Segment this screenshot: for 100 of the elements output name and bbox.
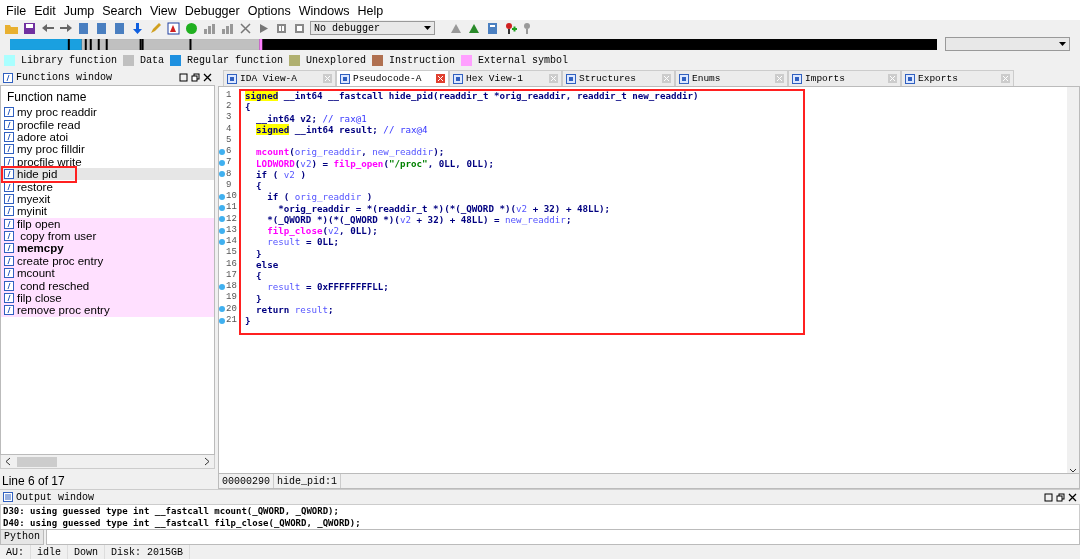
menu-item[interactable]: Jump	[59, 4, 99, 18]
save-icon[interactable]	[22, 20, 37, 36]
breakpoint-dot[interactable]	[219, 283, 225, 290]
function-item[interactable]: hide pid	[1, 167, 214, 181]
scrollbar-thumb[interactable]	[17, 456, 57, 467]
tab-icon	[566, 73, 576, 84]
line-number: 3	[226, 111, 232, 125]
line-number: 2	[226, 100, 232, 113]
function-item[interactable]: my proc readdir	[1, 106, 214, 119]
function-item[interactable]: my proc filldir	[1, 143, 214, 156]
line-number: 6	[226, 145, 232, 158]
function-icon	[4, 280, 14, 291]
vertical-scrollbar[interactable]	[1067, 87, 1079, 473]
legend-label: Data	[140, 53, 165, 68]
document-icon[interactable]	[76, 20, 91, 36]
function-item[interactable]: restore	[1, 180, 214, 193]
function-item[interactable]: cond resched	[1, 279, 214, 292]
menu-item[interactable]: Debugger	[180, 4, 244, 18]
breakpoint-dot[interactable]	[219, 238, 225, 245]
dropdown-arrow-icon	[424, 26, 431, 30]
debugger-select[interactable]: No debugger	[310, 21, 435, 35]
restore-icon[interactable]	[1056, 492, 1065, 502]
tab[interactable]: IDA View-A	[223, 70, 336, 86]
breakpoint-dot[interactable]	[219, 306, 225, 313]
function-item[interactable]: procfile write	[1, 155, 214, 168]
legend-label: Regular function	[187, 53, 284, 68]
function-item[interactable]: adore atoi	[1, 130, 214, 144]
code-line: filp_close(v2, 0LL);	[266, 225, 379, 237]
status-text: idle	[31, 545, 69, 559]
menu-item[interactable]: Options	[243, 4, 295, 18]
command-input[interactable]	[46, 529, 1080, 545]
line-number: 13	[226, 223, 237, 237]
output-line: D40: using guessed type int __fastcall filp_close(_QWORD, _QWORD);	[3, 517, 362, 529]
function-icon	[4, 156, 14, 167]
legend-label: Instruction	[389, 53, 456, 68]
column-header[interactable]: Function name	[1, 86, 214, 106]
function-item[interactable]: procfile read	[1, 118, 214, 131]
breakpoint-dot[interactable]	[219, 148, 225, 155]
menu-item[interactable]: Help	[353, 4, 388, 18]
breakpoint-dot[interactable]	[219, 317, 225, 324]
scroll-down-icon[interactable]	[1069, 468, 1077, 473]
function-item[interactable]: myinit	[1, 205, 214, 218]
restore-icon[interactable]	[191, 73, 200, 82]
breakpoint-icon[interactable]	[503, 20, 518, 36]
menu-item[interactable]: View	[145, 4, 181, 18]
menu-item[interactable]: Search	[98, 4, 146, 18]
menu-item[interactable]: Windows	[294, 4, 354, 18]
navigation-dropdown[interactable]	[945, 37, 1070, 51]
function-icon	[4, 231, 14, 242]
menu-item[interactable]: File	[2, 4, 31, 18]
scroll-left-icon[interactable]	[5, 457, 11, 466]
tab[interactable]: Imports	[788, 70, 901, 86]
code-line: mcount(orig_readdir, new_readdir);	[255, 146, 446, 158]
function-item[interactable]: filp open	[1, 217, 214, 230]
tab[interactable]: Enums	[675, 70, 788, 86]
menu-item[interactable]: Edit	[30, 4, 60, 18]
breakpoint-dot[interactable]	[219, 160, 225, 167]
breakpoint-dot[interactable]	[219, 205, 225, 212]
tab[interactable]: Structures	[562, 70, 675, 86]
code-line: __int64 v2; // rax@1	[255, 112, 368, 124]
close-icon[interactable]	[203, 73, 212, 82]
navigation-band[interactable]	[10, 38, 938, 50]
code-line: result = 0xFFFFFFFFLL;	[266, 281, 390, 293]
document-icon[interactable]	[112, 20, 127, 36]
close-icon[interactable]	[1068, 492, 1077, 502]
line-number: 9	[226, 178, 232, 192]
breakpoint-dot[interactable]	[219, 171, 225, 178]
maximize-icon[interactable]	[1044, 492, 1053, 502]
tab-icon	[227, 73, 237, 84]
tab-icon	[340, 73, 350, 84]
status-text: Down	[68, 545, 106, 559]
function-icon	[4, 293, 14, 304]
status-text: Disk: 2015GB	[105, 545, 191, 559]
breakpoint-dot[interactable]	[219, 216, 225, 223]
down-arrow-icon[interactable]	[130, 20, 145, 36]
tab[interactable]: Pseudocode-A	[336, 70, 449, 86]
line-number: 19	[226, 291, 237, 305]
code-line: *orig_readdir = *(readdir_t *)(*(_QWORD *)(v2 + 32) + 48LL);	[277, 202, 612, 214]
breakpoint-dot[interactable]	[219, 227, 225, 234]
breakpoint-dot[interactable]	[219, 193, 225, 200]
circle-icon[interactable]	[184, 20, 199, 36]
line-number: 16	[226, 257, 237, 271]
tab[interactable]: Hex View-1	[449, 70, 562, 86]
line-number: 15	[226, 246, 237, 260]
document-icon[interactable]	[94, 20, 109, 36]
function-item[interactable]: myexit	[1, 192, 214, 206]
function-icon	[4, 218, 14, 229]
maximize-icon[interactable]	[179, 73, 188, 82]
function-icon	[4, 169, 14, 180]
line-number: 14	[226, 235, 237, 248]
tab[interactable]: Exports	[901, 70, 1014, 86]
function-item[interactable]: mcount	[1, 267, 214, 280]
output-line: D30: using guessed type int __fastcall mcount(_QWORD, _QWORD);	[3, 505, 340, 517]
function-icon	[4, 144, 14, 155]
function-item[interactable]: remove proc entry	[1, 304, 214, 317]
function-icon	[4, 131, 14, 142]
python-button[interactable]: Python	[0, 529, 44, 545]
tab-icon	[453, 73, 463, 84]
scroll-right-icon[interactable]	[204, 457, 210, 466]
function-item[interactable]: memcpy	[1, 242, 214, 255]
